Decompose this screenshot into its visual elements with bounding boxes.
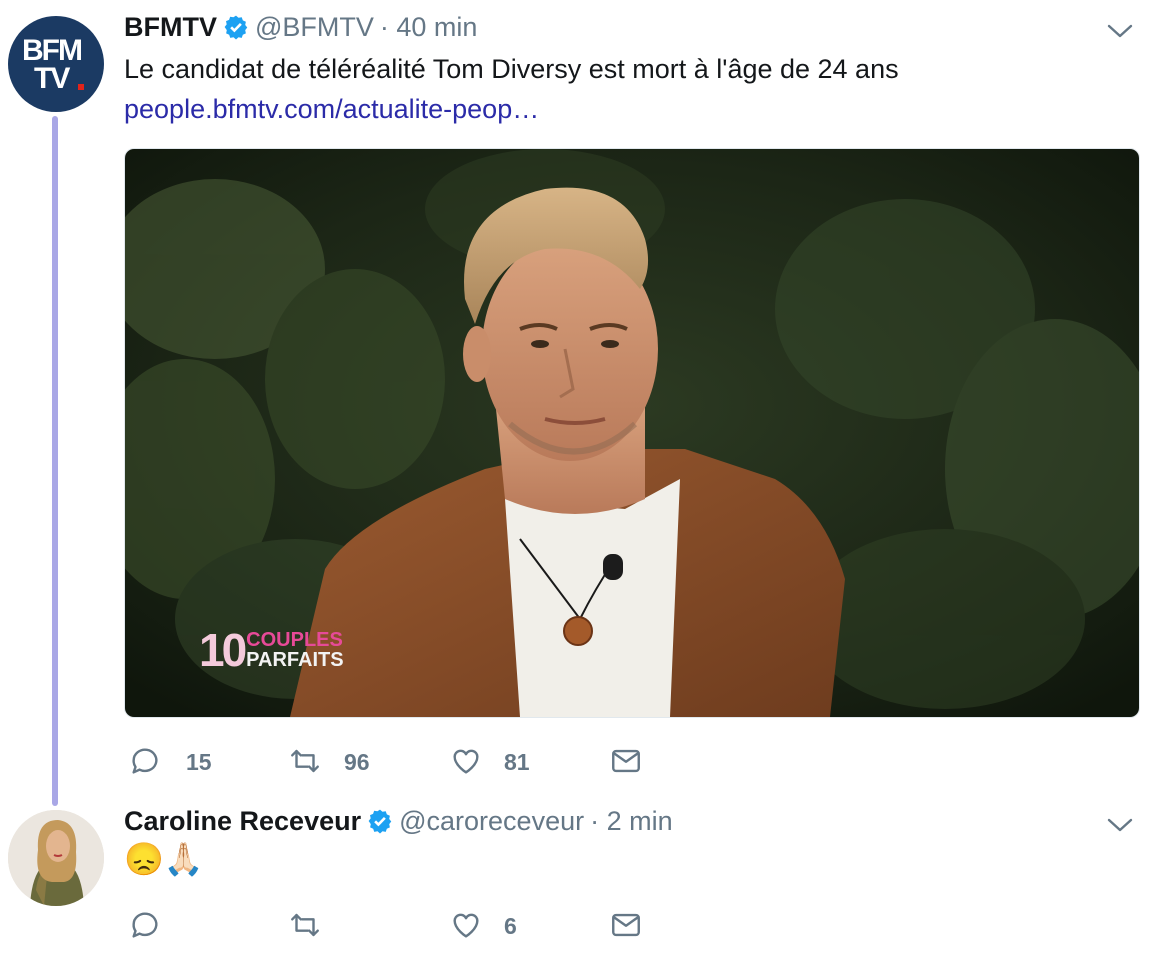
show-logo-number: 10 <box>199 624 247 676</box>
tweet-text: Le candidat de téléréalité Tom Diversy e… <box>124 54 899 84</box>
like-count: 6 <box>504 913 517 939</box>
show-logo: 10 COUPLES PARFAITS <box>199 627 344 673</box>
author-handle[interactable]: @BFMTV <box>255 12 374 43</box>
tweet-time[interactable]: · 2 min <box>590 806 673 837</box>
thread-connector <box>52 116 58 806</box>
tweet-media-image[interactable]: 10 COUPLES PARFAITS <box>124 148 1140 718</box>
tweet-text: 😞🙏🏻 <box>124 841 204 877</box>
author-name[interactable]: Caroline Receveur <box>124 806 361 837</box>
show-logo-line2: PARFAITS <box>246 649 344 671</box>
verified-badge-icon <box>224 15 248 40</box>
author-name[interactable]: BFMTV <box>124 12 217 43</box>
verified-badge-icon <box>368 809 392 834</box>
like-count: 81 <box>504 749 530 775</box>
message-icon[interactable] <box>608 908 644 942</box>
caroline-avatar[interactable] <box>8 810 104 906</box>
tweet-header: BFMTV @BFMTV · 40 min <box>124 10 477 44</box>
tweet-time[interactable]: · 40 min <box>380 12 478 43</box>
avatar-logo-line2: TV <box>34 62 70 95</box>
author-handle[interactable]: @caroreceveur <box>399 806 584 837</box>
bfmtv-avatar[interactable]: BFM TV <box>8 16 104 112</box>
tweet-link[interactable]: people.bfmtv.com/actualite-peop… <box>124 94 539 125</box>
avatar-logo-dot <box>78 84 84 90</box>
like-icon[interactable] <box>448 744 484 778</box>
chevron-down-icon[interactable] <box>1107 23 1133 39</box>
avatar-photo <box>8 810 104 906</box>
tweet-actions: 15 96 81 <box>128 744 648 780</box>
tweet-header: Caroline Receveur @caroreceveur · 2 min <box>124 804 673 838</box>
retweet-count: 96 <box>344 749 370 775</box>
message-icon[interactable] <box>608 744 644 778</box>
retweet-icon[interactable] <box>286 744 324 778</box>
retweet-icon[interactable] <box>286 908 324 942</box>
show-logo-line1: COUPLES <box>246 629 343 651</box>
reply-icon[interactable] <box>128 744 162 778</box>
reply-icon[interactable] <box>128 908 162 942</box>
like-icon[interactable] <box>448 908 484 942</box>
reply-count: 15 <box>186 749 212 775</box>
tweet-actions: 6 <box>128 908 648 944</box>
chevron-down-icon[interactable] <box>1107 817 1133 833</box>
